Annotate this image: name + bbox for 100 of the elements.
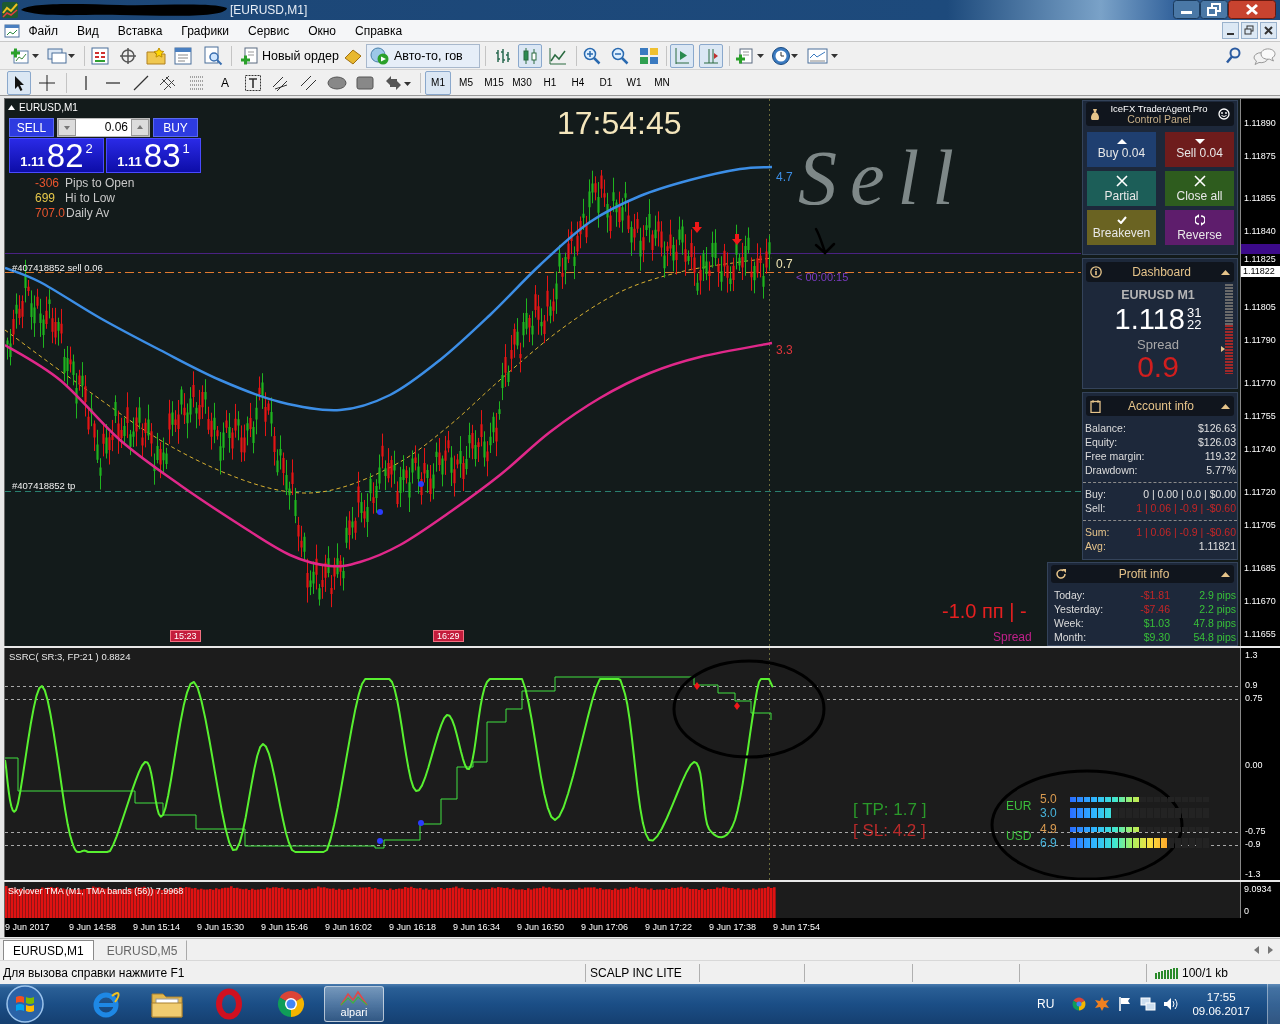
menu-item[interactable]: Графики — [171, 23, 239, 38]
chart-tab[interactable]: EURUSD,M1 — [3, 940, 94, 960]
auto-trading-button[interactable]: Авто-то, гов — [366, 43, 480, 68]
dotted-levels-icon[interactable] — [188, 73, 206, 92]
menu-item[interactable]: Вид — [67, 23, 109, 38]
splat-icon[interactable] — [1094, 996, 1111, 1012]
price-label: 1.11705 — [1244, 520, 1276, 531]
text-label-icon[interactable] — [244, 73, 262, 92]
axis-label: -0.75 — [1245, 826, 1266, 837]
trend-line-icon[interactable] — [132, 73, 150, 92]
clock-icon[interactable] — [771, 45, 799, 66]
cursor-button[interactable] — [7, 70, 31, 95]
chart-shift-button[interactable] — [699, 43, 723, 68]
timeframe-button[interactable]: W1 — [621, 70, 647, 95]
timeframe-button[interactable]: M5 — [453, 70, 479, 95]
zoom-out-icon[interactable] — [611, 46, 629, 65]
caret-up-icon[interactable] — [1221, 571, 1230, 577]
minimize-icon[interactable] — [1222, 22, 1239, 39]
price-label: 1.11805 — [1244, 302, 1276, 313]
menu-item[interactable]: Окно — [298, 23, 346, 38]
brand-name: IceFX TraderAgent.Pro — [1110, 103, 1208, 114]
caret-up-icon[interactable] — [1221, 269, 1230, 275]
scroll-right-icon[interactable] — [1268, 945, 1273, 954]
smiley-icon[interactable] — [1218, 108, 1230, 120]
action-button[interactable]: Buy 0.04 — [1087, 132, 1156, 167]
action-button[interactable]: Breakeven — [1087, 210, 1156, 245]
time-label: 9 Jun 17:22 — [645, 922, 693, 933]
tile-grid-icon[interactable] — [639, 46, 659, 65]
timeframe-button[interactable]: H1 — [537, 70, 563, 95]
speaker-icon[interactable] — [1163, 996, 1180, 1012]
minimize-icon[interactable] — [1173, 0, 1200, 19]
menu-item[interactable]: Сервис — [238, 23, 299, 38]
auto-scroll-button[interactable] — [670, 43, 694, 68]
menu-item[interactable]: Вставка — [108, 23, 172, 38]
timeframe-button[interactable]: MN — [649, 70, 675, 95]
time-label: 9 Jun 15:14 — [133, 922, 181, 933]
network-icon[interactable] — [1140, 996, 1157, 1012]
ellipse-icon[interactable] — [327, 75, 347, 90]
zoom-in-icon[interactable] — [583, 46, 601, 65]
chart-template-icon[interactable] — [807, 45, 839, 66]
text-tool-button[interactable]: A — [216, 70, 234, 95]
time-label: 9 Jun 2017 — [5, 922, 50, 933]
scroll-left-icon[interactable] — [1254, 945, 1259, 954]
field-label: Equity: — [1085, 435, 1118, 449]
window-title: [EURUSD,M1] — [230, 3, 308, 17]
collapse-triangle-icon[interactable] — [8, 105, 15, 110]
restore-icon[interactable] — [1241, 22, 1258, 39]
close-icon[interactable] — [1260, 22, 1277, 39]
mountains-icon — [339, 990, 369, 1006]
field-value: 1 | 0.06 | -0.9 | -$0.60 — [1136, 501, 1236, 515]
action-button[interactable]: Reverse — [1165, 210, 1234, 245]
language-indicator[interactable]: RU — [1037, 997, 1055, 1011]
lot-size-field[interactable]: 0.06 — [76, 119, 131, 136]
taskbar-button[interactable]: alpari — [324, 986, 384, 1022]
parallel-lines-icon[interactable] — [300, 73, 318, 92]
time-marker: 16:29 — [433, 630, 464, 642]
ring-logo-icon — [214, 988, 244, 1020]
window-list-icon[interactable] — [174, 46, 192, 65]
timeframe-button[interactable]: D1 — [593, 70, 619, 95]
price-label: 1.11755 — [1244, 411, 1276, 422]
field-label: Buy: — [1085, 487, 1106, 501]
show-desktop-button[interactable] — [1267, 984, 1280, 1024]
menu-item[interactable]: Справка — [345, 23, 412, 38]
quotes-list-icon[interactable] — [91, 46, 109, 65]
time-label: 9 Jun 16:18 — [389, 922, 437, 933]
circle-logo-icon[interactable] — [1071, 996, 1088, 1012]
indicator-plus-icon[interactable] — [735, 45, 765, 66]
search-icon[interactable] — [1225, 46, 1241, 65]
timeframe-button[interactable]: H4 — [565, 70, 591, 95]
action-button[interactable]: Partial — [1087, 171, 1156, 206]
profit-value: $1.03 — [1142, 616, 1170, 630]
price-label: 1.11875 — [1244, 151, 1276, 162]
time-label: 9 Jun 15:46 — [261, 922, 309, 933]
star-folder-icon[interactable] — [146, 46, 166, 65]
candlestick-chart-icon — [521, 46, 539, 65]
timeframe-button[interactable]: M1 — [425, 70, 451, 95]
sell-button[interactable]: SELL — [9, 118, 54, 137]
candlestick-chart-button[interactable] — [518, 43, 542, 68]
start-icon[interactable] — [4, 984, 46, 1024]
field-label: Yesterday: — [1054, 602, 1105, 616]
dot-marker-icon — [377, 509, 383, 515]
rectangle-icon[interactable] — [356, 75, 374, 90]
timeframe-button[interactable]: M15 — [481, 70, 507, 95]
crosshair-circle-icon[interactable] — [119, 46, 137, 65]
action-button[interactable]: Sell 0.04 — [1165, 132, 1234, 167]
action-button[interactable]: Close all — [1165, 171, 1234, 206]
refresh-icon[interactable] — [1055, 568, 1067, 580]
menu-item[interactable]: Файл — [19, 23, 68, 38]
timeframe-button[interactable]: M30 — [509, 70, 535, 95]
channel-icon[interactable] — [159, 73, 177, 92]
restore-icon[interactable] — [1200, 0, 1228, 19]
spread-value: 0.9 — [1137, 352, 1179, 382]
magnifier-document-icon[interactable] — [203, 45, 223, 66]
buy-button[interactable]: BUY — [153, 118, 198, 137]
price-label: 1.11685 — [1244, 563, 1276, 574]
close-icon[interactable] — [1228, 0, 1276, 19]
stat-caption: Daily Av — [66, 207, 110, 220]
field-label: Month: — [1054, 630, 1088, 644]
profiles-icon[interactable] — [46, 45, 76, 66]
caret-up-icon[interactable] — [1221, 403, 1230, 409]
